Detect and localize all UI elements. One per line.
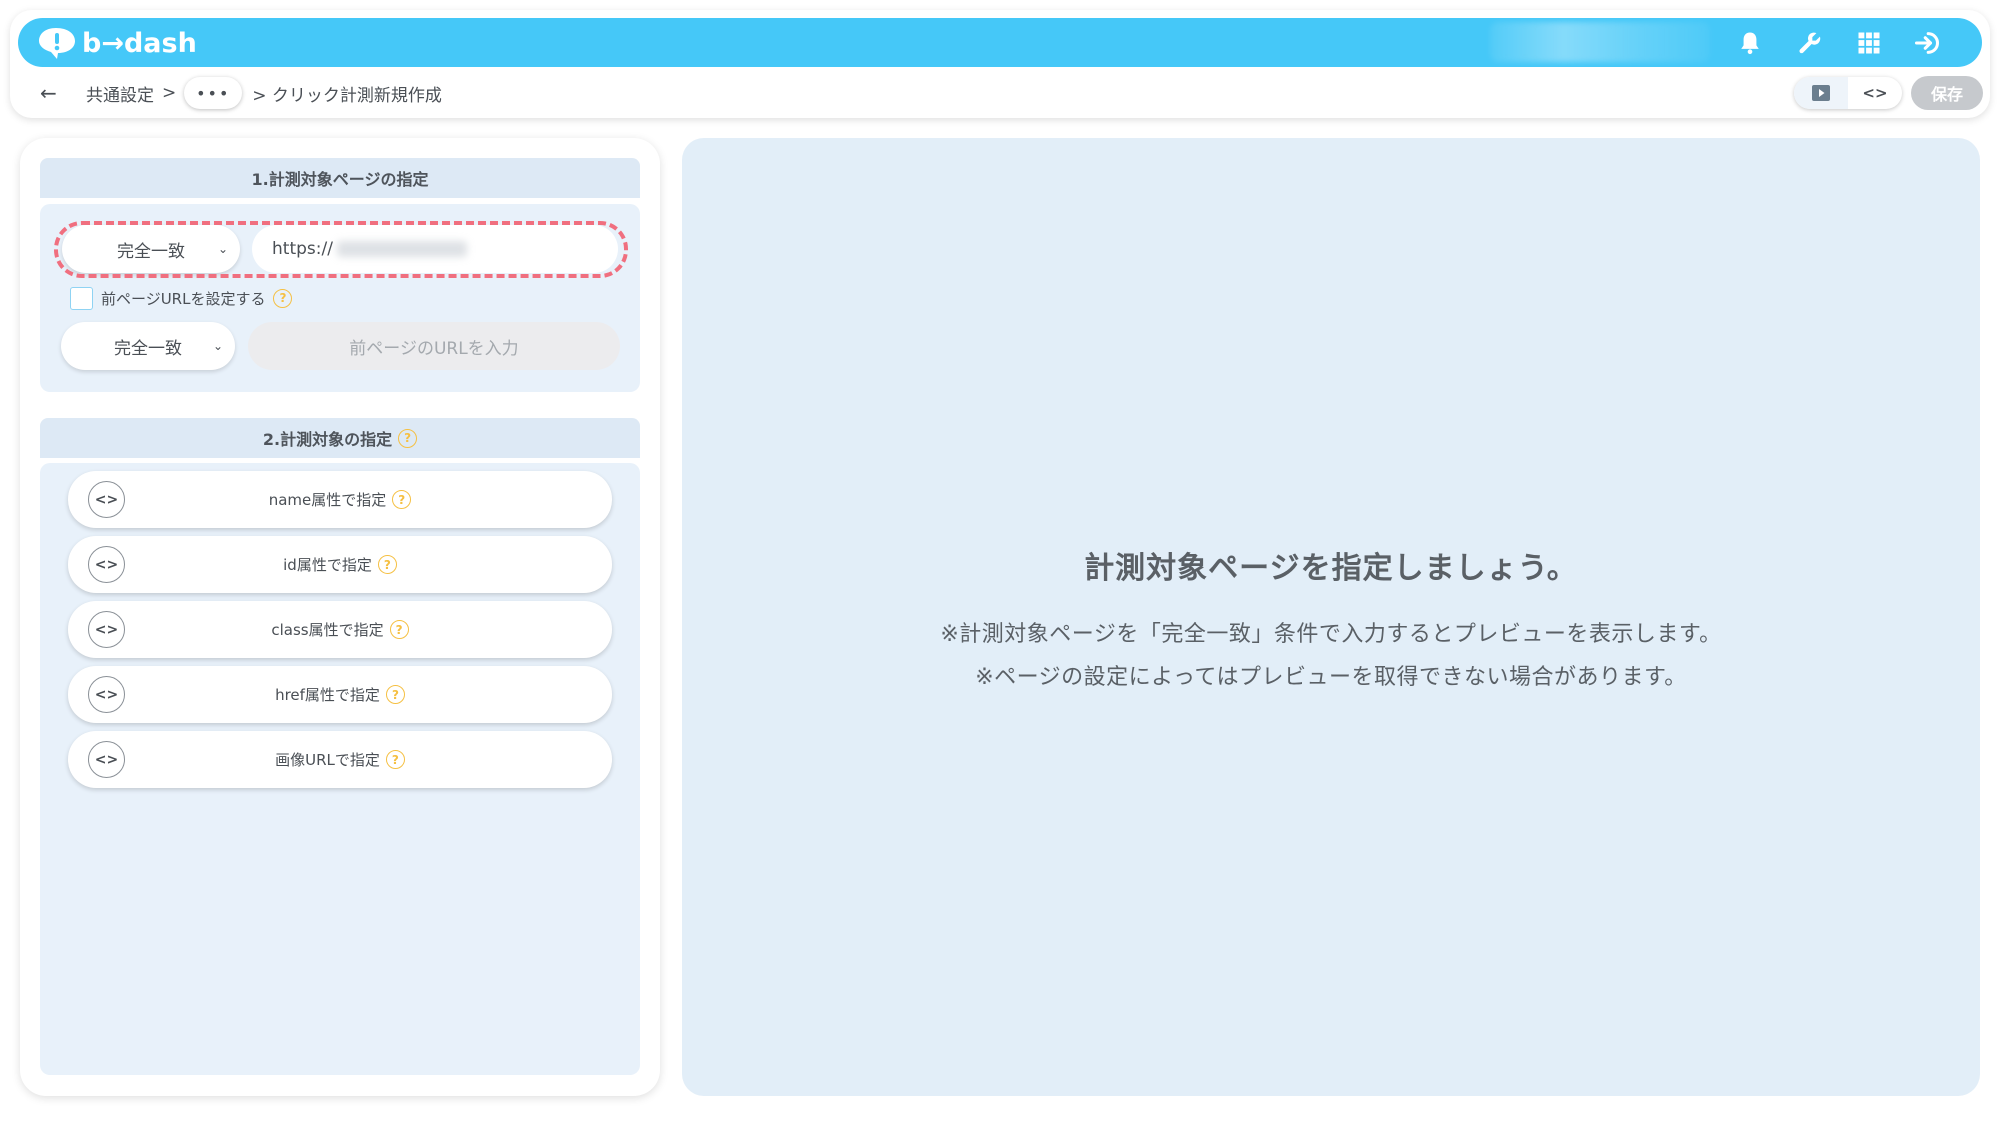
user-info-blurred: [1490, 22, 1710, 62]
section2-header: 2.計測対象の指定 ?: [40, 418, 640, 458]
prev-url-checkbox-row: 前ページURLを設定する ?: [70, 286, 293, 310]
breadcrumb-root[interactable]: 共通設定: [86, 81, 154, 106]
breadcrumb-current: > クリック計測新規作成: [252, 85, 442, 106]
apps-grid-icon[interactable]: [1852, 26, 1886, 60]
bell-icon[interactable]: [1733, 26, 1767, 60]
page-url-input[interactable]: https://: [252, 225, 618, 273]
section2-title: 2.計測対象の指定: [262, 430, 393, 449]
target-option-href[interactable]: <> href属性で指定 ?: [68, 666, 612, 723]
help-icon[interactable]: ?: [385, 685, 405, 704]
save-button[interactable]: 保存: [1911, 76, 1983, 110]
code-toggle-button[interactable]: <>: [1848, 77, 1902, 109]
target-option-label: 画像URLで指定: [275, 751, 380, 769]
target-option-class[interactable]: <> class属性で指定 ?: [68, 601, 612, 658]
match-type-value: 完全一致: [117, 241, 185, 262]
prev-url-checkbox[interactable]: [70, 286, 93, 310]
logo-text: b→dash: [82, 27, 197, 59]
prev-url-input[interactable]: 前ページのURLを入力: [248, 322, 620, 370]
preview-toggle-button[interactable]: [1794, 77, 1848, 109]
target-option-image-url[interactable]: <> 画像URLで指定 ?: [68, 731, 612, 788]
breadcrumb-more-button[interactable]: •••: [184, 77, 243, 109]
code-icon: <>: [1862, 84, 1888, 102]
preview-panel: 計測対象ページを指定しましょう。 ※計測対象ページを「完全一致」条件で入力すると…: [682, 138, 1980, 1096]
target-option-label: id属性で指定: [283, 556, 372, 574]
help-icon[interactable]: ?: [398, 428, 418, 448]
back-arrow-icon[interactable]: ←: [40, 81, 70, 105]
target-option-id[interactable]: <> id属性で指定 ?: [68, 536, 612, 593]
help-icon[interactable]: ?: [377, 555, 397, 574]
match-type-select[interactable]: 完全一致 ⌄: [62, 225, 240, 273]
prev-url-placeholder: 前ページのURLを入力: [349, 338, 519, 359]
chevron-down-icon: ⌄: [217, 242, 228, 256]
url-blurred-part: [336, 241, 467, 257]
prev-match-type-select[interactable]: 完全一致 ⌄: [61, 322, 235, 370]
help-icon[interactable]: ?: [385, 750, 405, 769]
logo[interactable]: b→dash: [36, 25, 197, 61]
section1-title: 1.計測対象ページの指定: [251, 170, 429, 189]
preview-title: 計測対象ページを指定しましょう。: [1084, 551, 1578, 586]
prev-url-checkbox-label: 前ページURLを設定する: [101, 289, 266, 308]
target-option-label: class属性で指定: [271, 621, 384, 639]
breadcrumb: ← 共通設定 > ••• > クリック計測新規作成: [40, 76, 442, 110]
target-option-label-row: id属性で指定 ?: [68, 536, 612, 593]
preview-note-2: ※ページの設定によってはプレビューを取得できない場合があります。: [975, 665, 1687, 690]
play-screen-icon: [1812, 85, 1830, 101]
target-option-label-row: class属性で指定 ?: [68, 601, 612, 658]
logo-bubble-icon: [39, 28, 75, 59]
help-icon[interactable]: ?: [389, 620, 409, 639]
target-option-name[interactable]: <> name属性で指定 ?: [68, 471, 612, 528]
logout-icon[interactable]: [1910, 26, 1944, 60]
wrench-icon[interactable]: [1793, 26, 1827, 60]
target-option-label: href属性で指定: [275, 686, 380, 704]
breadcrumb-separator: >: [162, 83, 177, 103]
preview-note-1: ※計測対象ページを「完全一致」条件で入力するとプレビューを表示します。: [940, 622, 1722, 647]
help-icon[interactable]: ?: [273, 288, 293, 308]
section1-header: 1.計測対象ページの指定: [40, 158, 640, 198]
prev-match-type-value: 完全一致: [114, 338, 182, 359]
target-option-label-row: href属性で指定 ?: [68, 666, 612, 723]
target-option-label-row: name属性で指定 ?: [68, 471, 612, 528]
page-url-value: https://: [272, 239, 333, 259]
chevron-down-icon: ⌄: [212, 339, 223, 353]
target-option-label-row: 画像URLで指定 ?: [68, 731, 612, 788]
target-option-label: name属性で指定: [268, 491, 387, 509]
view-toggle: <>: [1794, 77, 1902, 109]
help-icon[interactable]: ?: [392, 490, 412, 509]
